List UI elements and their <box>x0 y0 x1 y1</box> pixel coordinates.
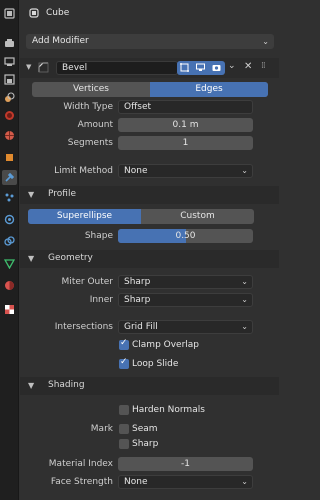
inner-label: Inner <box>89 295 113 305</box>
limit-method-dropdown[interactable]: None ⌄ <box>118 164 253 178</box>
sharp-checkbox[interactable] <box>119 439 129 449</box>
add-modifier-label: Add Modifier <box>32 36 89 46</box>
edit-mode-icon[interactable] <box>178 61 191 74</box>
expand-arrow-icon: ▼ <box>28 190 35 199</box>
world-icon[interactable] <box>2 108 17 123</box>
intersections-value: Grid Fill <box>124 322 158 332</box>
intersections-dropdown[interactable]: Grid Fill ⌄ <box>118 320 253 334</box>
clamp-overlap-label: Clamp Overlap <box>132 340 200 350</box>
shading-section-title: Shading <box>48 380 85 390</box>
remove-modifier-icon[interactable]: ✕ <box>244 61 252 72</box>
harden-normals-label: Harden Normals <box>132 405 205 415</box>
chevron-down-icon: ⌄ <box>262 37 269 46</box>
profile-section-header[interactable]: ▼ Profile <box>20 186 279 204</box>
inner-value: Sharp <box>124 295 151 305</box>
affect-toggle: Vertices Edges <box>32 82 268 97</box>
loop-slide-label: Loop Slide <box>132 359 179 369</box>
scene-icon[interactable] <box>2 90 17 105</box>
chevron-down-icon: ⌄ <box>241 322 248 331</box>
expand-arrow-icon[interactable]: ▼ <box>26 63 31 71</box>
expand-arrow-icon: ▼ <box>28 254 35 263</box>
material-index-field[interactable]: -1 <box>118 457 253 471</box>
width-type-value: Offset <box>124 102 152 112</box>
seam-label: Seam <box>132 424 158 434</box>
modifier-icon[interactable] <box>2 170 17 185</box>
seam-checkbox[interactable] <box>119 424 129 434</box>
object-name: Cube <box>46 8 70 18</box>
shading-section-header[interactable]: ▼ Shading <box>20 377 279 395</box>
modifier-menu-chevron-icon[interactable]: ⌄ <box>228 61 236 71</box>
texture-icon[interactable] <box>2 302 17 317</box>
harden-normals-checkbox[interactable] <box>119 405 129 415</box>
chevron-down-icon: ⌄ <box>241 295 248 304</box>
modifier-name-field[interactable]: Bevel <box>56 61 178 75</box>
profile-type-toggle: Superellipse Custom <box>28 209 254 224</box>
clamp-overlap-checkbox[interactable] <box>119 338 129 350</box>
loop-slide-checkbox[interactable] <box>119 357 129 369</box>
realtime-display-icon[interactable] <box>194 61 207 74</box>
width-type-dropdown[interactable]: Offset <box>118 100 253 114</box>
chevron-down-icon: ⌄ <box>241 477 248 486</box>
miter-outer-dropdown[interactable]: Sharp ⌄ <box>118 275 253 289</box>
affect-edges-option[interactable]: Edges <box>150 82 268 97</box>
segments-field[interactable]: 1 <box>118 136 253 150</box>
physics-icon[interactable] <box>2 212 17 227</box>
mark-label: Mark <box>90 424 113 434</box>
chevron-down-icon: ⌄ <box>241 277 248 286</box>
affect-vertices-option[interactable]: Vertices <box>32 82 150 97</box>
miter-outer-label: Miter Outer <box>61 277 113 287</box>
world-sphere-icon[interactable] <box>2 128 17 143</box>
profile-section-title: Profile <box>48 189 76 199</box>
inner-dropdown[interactable]: Sharp ⌄ <box>118 293 253 307</box>
modifier-properties-panel: Cube Add Modifier ⌄ ▼ Bevel ⌄ ✕ ⁞⁞ Verti… <box>20 0 279 500</box>
object-icon[interactable] <box>2 150 17 165</box>
add-modifier-dropdown[interactable]: Add Modifier ⌄ <box>26 34 274 49</box>
profile-superellipse-option[interactable]: Superellipse <box>28 209 141 224</box>
width-type-label: Width Type <box>63 102 113 112</box>
material-index-label: Material Index <box>48 459 113 469</box>
render-icon[interactable] <box>2 36 17 51</box>
tool-icon[interactable] <box>2 6 17 21</box>
geometry-section-header[interactable]: ▼ Geometry <box>20 250 279 268</box>
sharp-label: Sharp <box>132 439 159 449</box>
intersections-label: Intersections <box>54 322 113 332</box>
expand-arrow-icon: ▼ <box>28 381 35 390</box>
limit-method-value: None <box>124 166 148 176</box>
shape-label: Shape <box>84 231 113 241</box>
properties-tab-sidebar <box>0 0 19 500</box>
bevel-modifier-icon <box>38 62 49 73</box>
amount-label: Amount <box>77 120 113 130</box>
modifier-header: ▼ Bevel ⌄ ✕ ⁞⁞ <box>20 58 279 78</box>
object-data-icon <box>29 8 39 18</box>
render-camera-icon[interactable] <box>210 61 223 74</box>
profile-custom-option[interactable]: Custom <box>141 209 254 224</box>
face-strength-dropdown[interactable]: None ⌄ <box>118 475 253 489</box>
constraints-icon[interactable] <box>2 234 17 249</box>
chevron-down-icon: ⌄ <box>241 166 248 175</box>
amount-field[interactable]: 0.1 m <box>118 118 253 132</box>
view-layer-icon[interactable] <box>2 72 17 87</box>
output-icon[interactable] <box>2 54 17 69</box>
shape-slider[interactable]: 0.50 <box>118 229 253 243</box>
geometry-section-title: Geometry <box>48 253 93 263</box>
drag-handle-icon[interactable]: ⁞⁞ <box>261 61 266 71</box>
segments-label: Segments <box>67 138 113 148</box>
modifier-display-toggles <box>177 61 225 75</box>
particles-icon[interactable] <box>2 190 17 205</box>
data-icon[interactable] <box>2 256 17 271</box>
limit-method-label: Limit Method <box>54 166 113 176</box>
face-strength-value: None <box>124 477 148 487</box>
face-strength-label: Face Strength <box>50 477 113 487</box>
shape-value: 0.50 <box>175 231 196 241</box>
material-icon[interactable] <box>2 278 17 293</box>
miter-outer-value: Sharp <box>124 277 151 287</box>
